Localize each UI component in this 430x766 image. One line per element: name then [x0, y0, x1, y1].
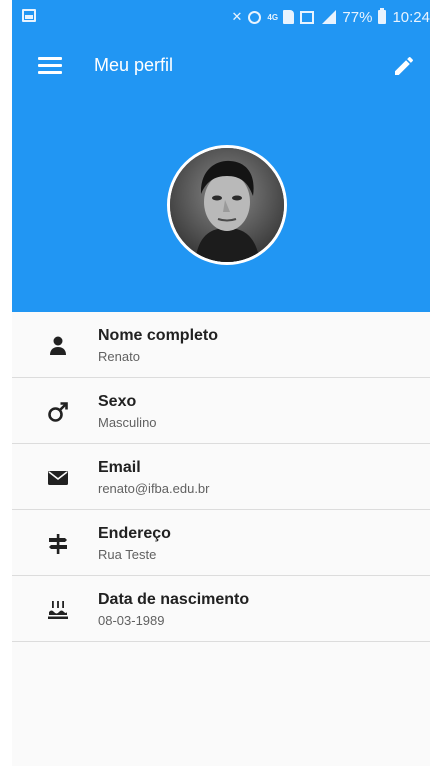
gallery-notification-icon — [22, 9, 36, 22]
profile-fields-list: Nome completo Renato Sexo Masculino Emai… — [12, 312, 430, 642]
field-gender[interactable]: Sexo Masculino — [12, 378, 430, 444]
field-full-name[interactable]: Nome completo Renato — [12, 312, 430, 378]
field-address[interactable]: Endereço Rua Teste — [12, 510, 430, 576]
sim-icon — [283, 10, 295, 24]
field-value: Masculino — [98, 415, 157, 430]
alarm-icon — [248, 10, 262, 24]
person-icon — [46, 334, 70, 358]
toolbar: Meu perfil — [12, 34, 430, 98]
clock: 10:24 — [392, 8, 430, 26]
field-label: Sexo — [98, 393, 137, 410]
app-screen: ✕ 4G 77% 10:24 Meu perfil Nome completo … — [12, 0, 430, 766]
field-label: Nome completo — [98, 327, 219, 344]
field-email[interactable]: Email renato@ifba.edu.br — [12, 444, 430, 510]
pencil-edit-icon[interactable] — [392, 54, 416, 78]
field-value: Rua Teste — [98, 547, 157, 562]
screenshot-icon — [300, 10, 315, 24]
page-title: Meu perfil — [94, 55, 174, 75]
mute-icon: ✕ — [231, 9, 243, 24]
network-type-label: 4G — [267, 12, 279, 22]
field-label: Email — [98, 459, 141, 476]
status-bar: ✕ 4G 77% 10:24 — [12, 0, 430, 34]
hamburger-menu-icon[interactable] — [38, 56, 62, 76]
battery-percent: 77% — [342, 8, 373, 26]
signal-icon — [320, 10, 337, 24]
field-label: Data de nascimento — [98, 591, 250, 608]
signpost-icon — [46, 532, 70, 556]
profile-header: ✕ 4G 77% 10:24 Meu perfil — [12, 0, 430, 312]
field-birth-date[interactable]: Data de nascimento 08-03-1989 — [12, 576, 430, 642]
field-value: Renato — [98, 349, 140, 364]
envelope-icon — [46, 466, 70, 490]
battery-icon — [378, 8, 387, 24]
field-value: 08-03-1989 — [98, 613, 165, 628]
profile-avatar[interactable] — [167, 145, 287, 265]
status-icons: ✕ 4G 77% 10:24 — [232, 8, 430, 26]
field-value: renato@ifba.edu.br — [98, 481, 210, 496]
male-symbol-icon — [46, 400, 70, 424]
field-label: Endereço — [98, 525, 171, 542]
birthday-cake-icon — [46, 598, 70, 622]
